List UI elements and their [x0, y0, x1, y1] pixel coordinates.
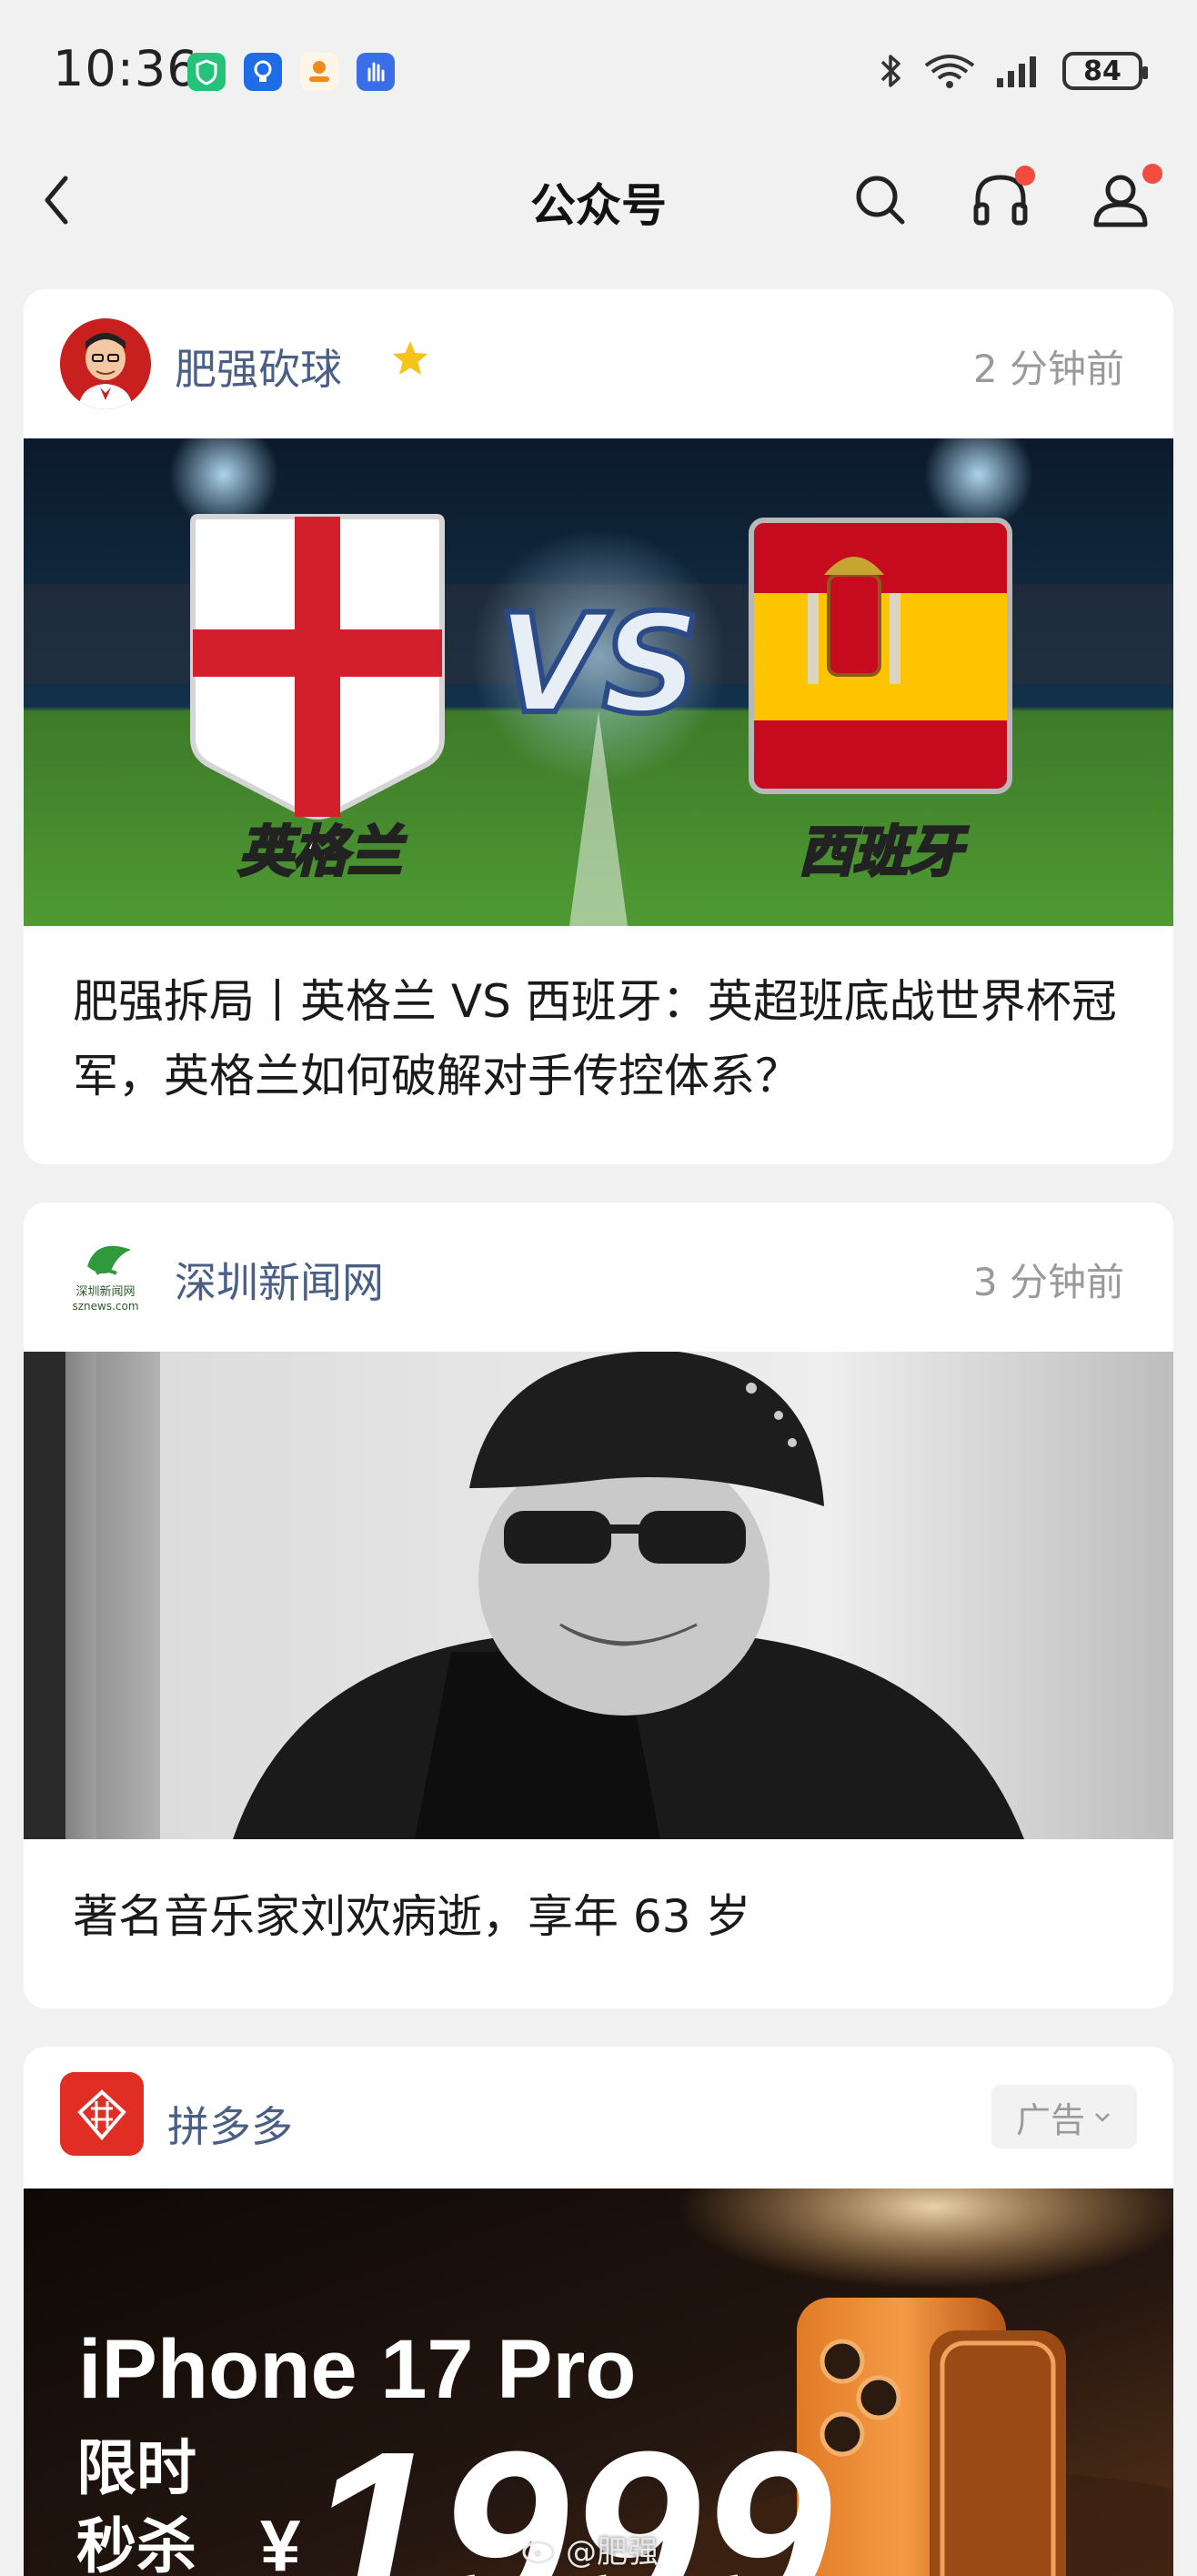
- search-icon[interactable]: [844, 164, 917, 236]
- ad-label: 广告: [1015, 2099, 1085, 2140]
- watermark-text: @肥强: [566, 2534, 659, 2571]
- source-avatar[interactable]: [60, 318, 151, 409]
- article-image[interactable]: [24, 1352, 1173, 1839]
- ad-banner[interactable]: iPhone 17 Pro 限时 秒杀 ¥ 1999: [24, 2189, 1173, 2576]
- post-time: 2 分钟前: [972, 347, 1124, 391]
- england-label: 英格兰: [238, 820, 407, 884]
- status-bar: 10:36 84: [0, 0, 1197, 136]
- vs-label: VS: [497, 586, 700, 744]
- card-header: 深圳新闻网 sznews.com 深圳新闻网 3 分钟前: [24, 1202, 1173, 1352]
- signal-icon: [997, 56, 1036, 87]
- source-name[interactable]: 拼多多: [167, 2094, 293, 2154]
- card-header: 肥强砍球 2 分钟前: [24, 289, 1173, 438]
- profile-icon[interactable]: [1084, 164, 1162, 236]
- article-headline[interactable]: 肥强拆局丨英格兰 VS 西班牙：英超班底战世界杯冠军，英格兰如何破解对手传控体系…: [73, 964, 1128, 1113]
- source-name[interactable]: 肥强砍球: [175, 337, 342, 397]
- article-card[interactable]: 肥强砍球 2 分钟前 VS 英格兰 西班牙 肥强拆局丨英格兰 VS 西班牙：英超…: [24, 289, 1173, 1164]
- ad-tag[interactable]: 广告: [991, 2085, 1137, 2148]
- source-name[interactable]: 深圳新闻网: [175, 1250, 384, 1310]
- article-headline[interactable]: 著名音乐家刘欢病逝，享年 63 岁: [73, 1879, 1128, 1954]
- logo-text-cn: 深圳新闻网: [75, 1284, 135, 1299]
- battery-level: 84: [1083, 55, 1122, 87]
- post-time: 3 分钟前: [972, 1260, 1124, 1304]
- watermark: @肥强: [522, 2527, 659, 2571]
- chevron-down-icon: [1095, 2113, 1110, 2122]
- logo-text-en: sznews.com: [72, 1300, 138, 1313]
- headphones-icon[interactable]: [964, 164, 1037, 236]
- nav-bar: 公众号: [0, 136, 1197, 258]
- weibo-icon: [522, 2541, 555, 2563]
- star-icon: [393, 341, 428, 375]
- headphones-badge: [1015, 166, 1035, 186]
- green-shield-app-icon: [187, 53, 226, 91]
- ad-product-name: iPhone 17 Pro: [78, 2323, 637, 2416]
- card-header: 拼多多 广告: [24, 2047, 1173, 2189]
- ad-currency: ¥: [260, 2505, 301, 2576]
- blue-hand-app-icon: [357, 53, 395, 91]
- ad-promo-line1: 限时: [76, 2433, 196, 2503]
- status-time: 10:36: [53, 40, 199, 97]
- ad-promo-line2: 秒杀: [76, 2511, 196, 2576]
- pinduoduo-logo-icon[interactable]: [60, 2072, 144, 2156]
- bluetooth-icon: [880, 55, 900, 87]
- article-card[interactable]: 深圳新闻网 sznews.com 深圳新闻网 3 分钟前 著名音乐家刘欢病逝，享…: [24, 1202, 1173, 2008]
- blue-bulb-app-icon: [244, 53, 282, 91]
- wifi-icon: [924, 55, 975, 88]
- ad-card[interactable]: 拼多多 广告 iPhone 17 Pro 限时 秒杀 ¥ 1999: [24, 2047, 1173, 2576]
- source-avatar[interactable]: 深圳新闻网 sznews.com: [60, 1232, 151, 1323]
- article-image[interactable]: VS 英格兰 西班牙: [24, 438, 1173, 926]
- orange-app-icon: [300, 53, 338, 91]
- battery-indicator: 84: [1062, 52, 1148, 90]
- profile-badge: [1142, 164, 1162, 184]
- status-right: 84: [877, 47, 1148, 95]
- spain-label: 西班牙: [799, 820, 969, 884]
